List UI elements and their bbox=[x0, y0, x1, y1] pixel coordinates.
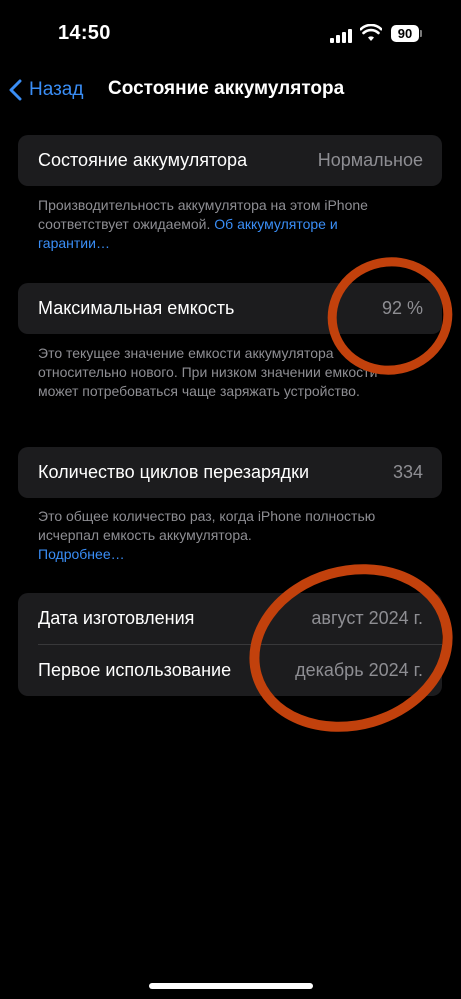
navigation-bar: Назад Состояние аккумулятора bbox=[0, 70, 461, 110]
max-capacity-footnote: Это текущее значение емкости аккумулятор… bbox=[38, 345, 378, 399]
signal-icon bbox=[330, 27, 352, 43]
battery-icon: 90 bbox=[391, 25, 419, 42]
battery-health-row[interactable]: Состояние аккумулятора Нормальное bbox=[18, 135, 442, 186]
max-capacity-value: 92 % bbox=[381, 298, 423, 318]
back-label: Назад bbox=[29, 79, 84, 100]
battery-health-value: Нормальное bbox=[317, 150, 423, 170]
wifi-icon bbox=[360, 24, 382, 41]
home-indicator bbox=[149, 983, 313, 989]
manufacture-date-label: Дата изготовления bbox=[38, 608, 195, 628]
chevron-left-icon bbox=[9, 79, 22, 101]
manufacture-date-value: август 2024 г. bbox=[311, 608, 423, 628]
battery-tip bbox=[420, 30, 422, 37]
battery-health-group: Состояние аккумулятора Нормальное bbox=[18, 135, 442, 186]
page-title: Состояние аккумулятора bbox=[108, 78, 345, 99]
charge-cycles-value: 334 bbox=[392, 462, 423, 482]
charge-cycles-row: Количество циклов перезарядки 334 bbox=[18, 447, 442, 498]
first-use-value: декабрь 2024 г. bbox=[295, 660, 423, 680]
status-bar: 14:50 90 bbox=[0, 0, 461, 70]
status-time: 14:50 bbox=[58, 22, 111, 44]
max-capacity-row: Максимальная емкость 92 % bbox=[18, 283, 442, 334]
first-use-row: Первое использование декабрь 2024 г. bbox=[18, 645, 442, 696]
max-capacity-group: Максимальная емкость 92 % bbox=[18, 283, 442, 334]
back-button[interactable]: Назад bbox=[9, 76, 83, 104]
charge-cycles-group: Количество циклов перезарядки 334 bbox=[18, 447, 442, 498]
charge-cycles-footnote: Это общее количество раз, когда iPhone п… bbox=[38, 507, 398, 564]
battery-health-label: Состояние аккумулятора bbox=[38, 150, 248, 170]
charge-cycles-label: Количество циклов перезарядки bbox=[38, 462, 310, 482]
charge-cycles-note: Это общее количество раз, когда iPhone п… bbox=[38, 508, 376, 543]
learn-more-link[interactable]: Подробнее… bbox=[38, 546, 125, 562]
manufacture-date-row: Дата изготовления август 2024 г. bbox=[18, 593, 442, 644]
max-capacity-label: Максимальная емкость bbox=[38, 298, 235, 318]
first-use-label: Первое использование bbox=[38, 660, 232, 680]
dates-group: Дата изготовления август 2024 г. Первое … bbox=[18, 593, 442, 696]
battery-health-footnote: Производительность аккумулятора на этом … bbox=[38, 196, 398, 253]
